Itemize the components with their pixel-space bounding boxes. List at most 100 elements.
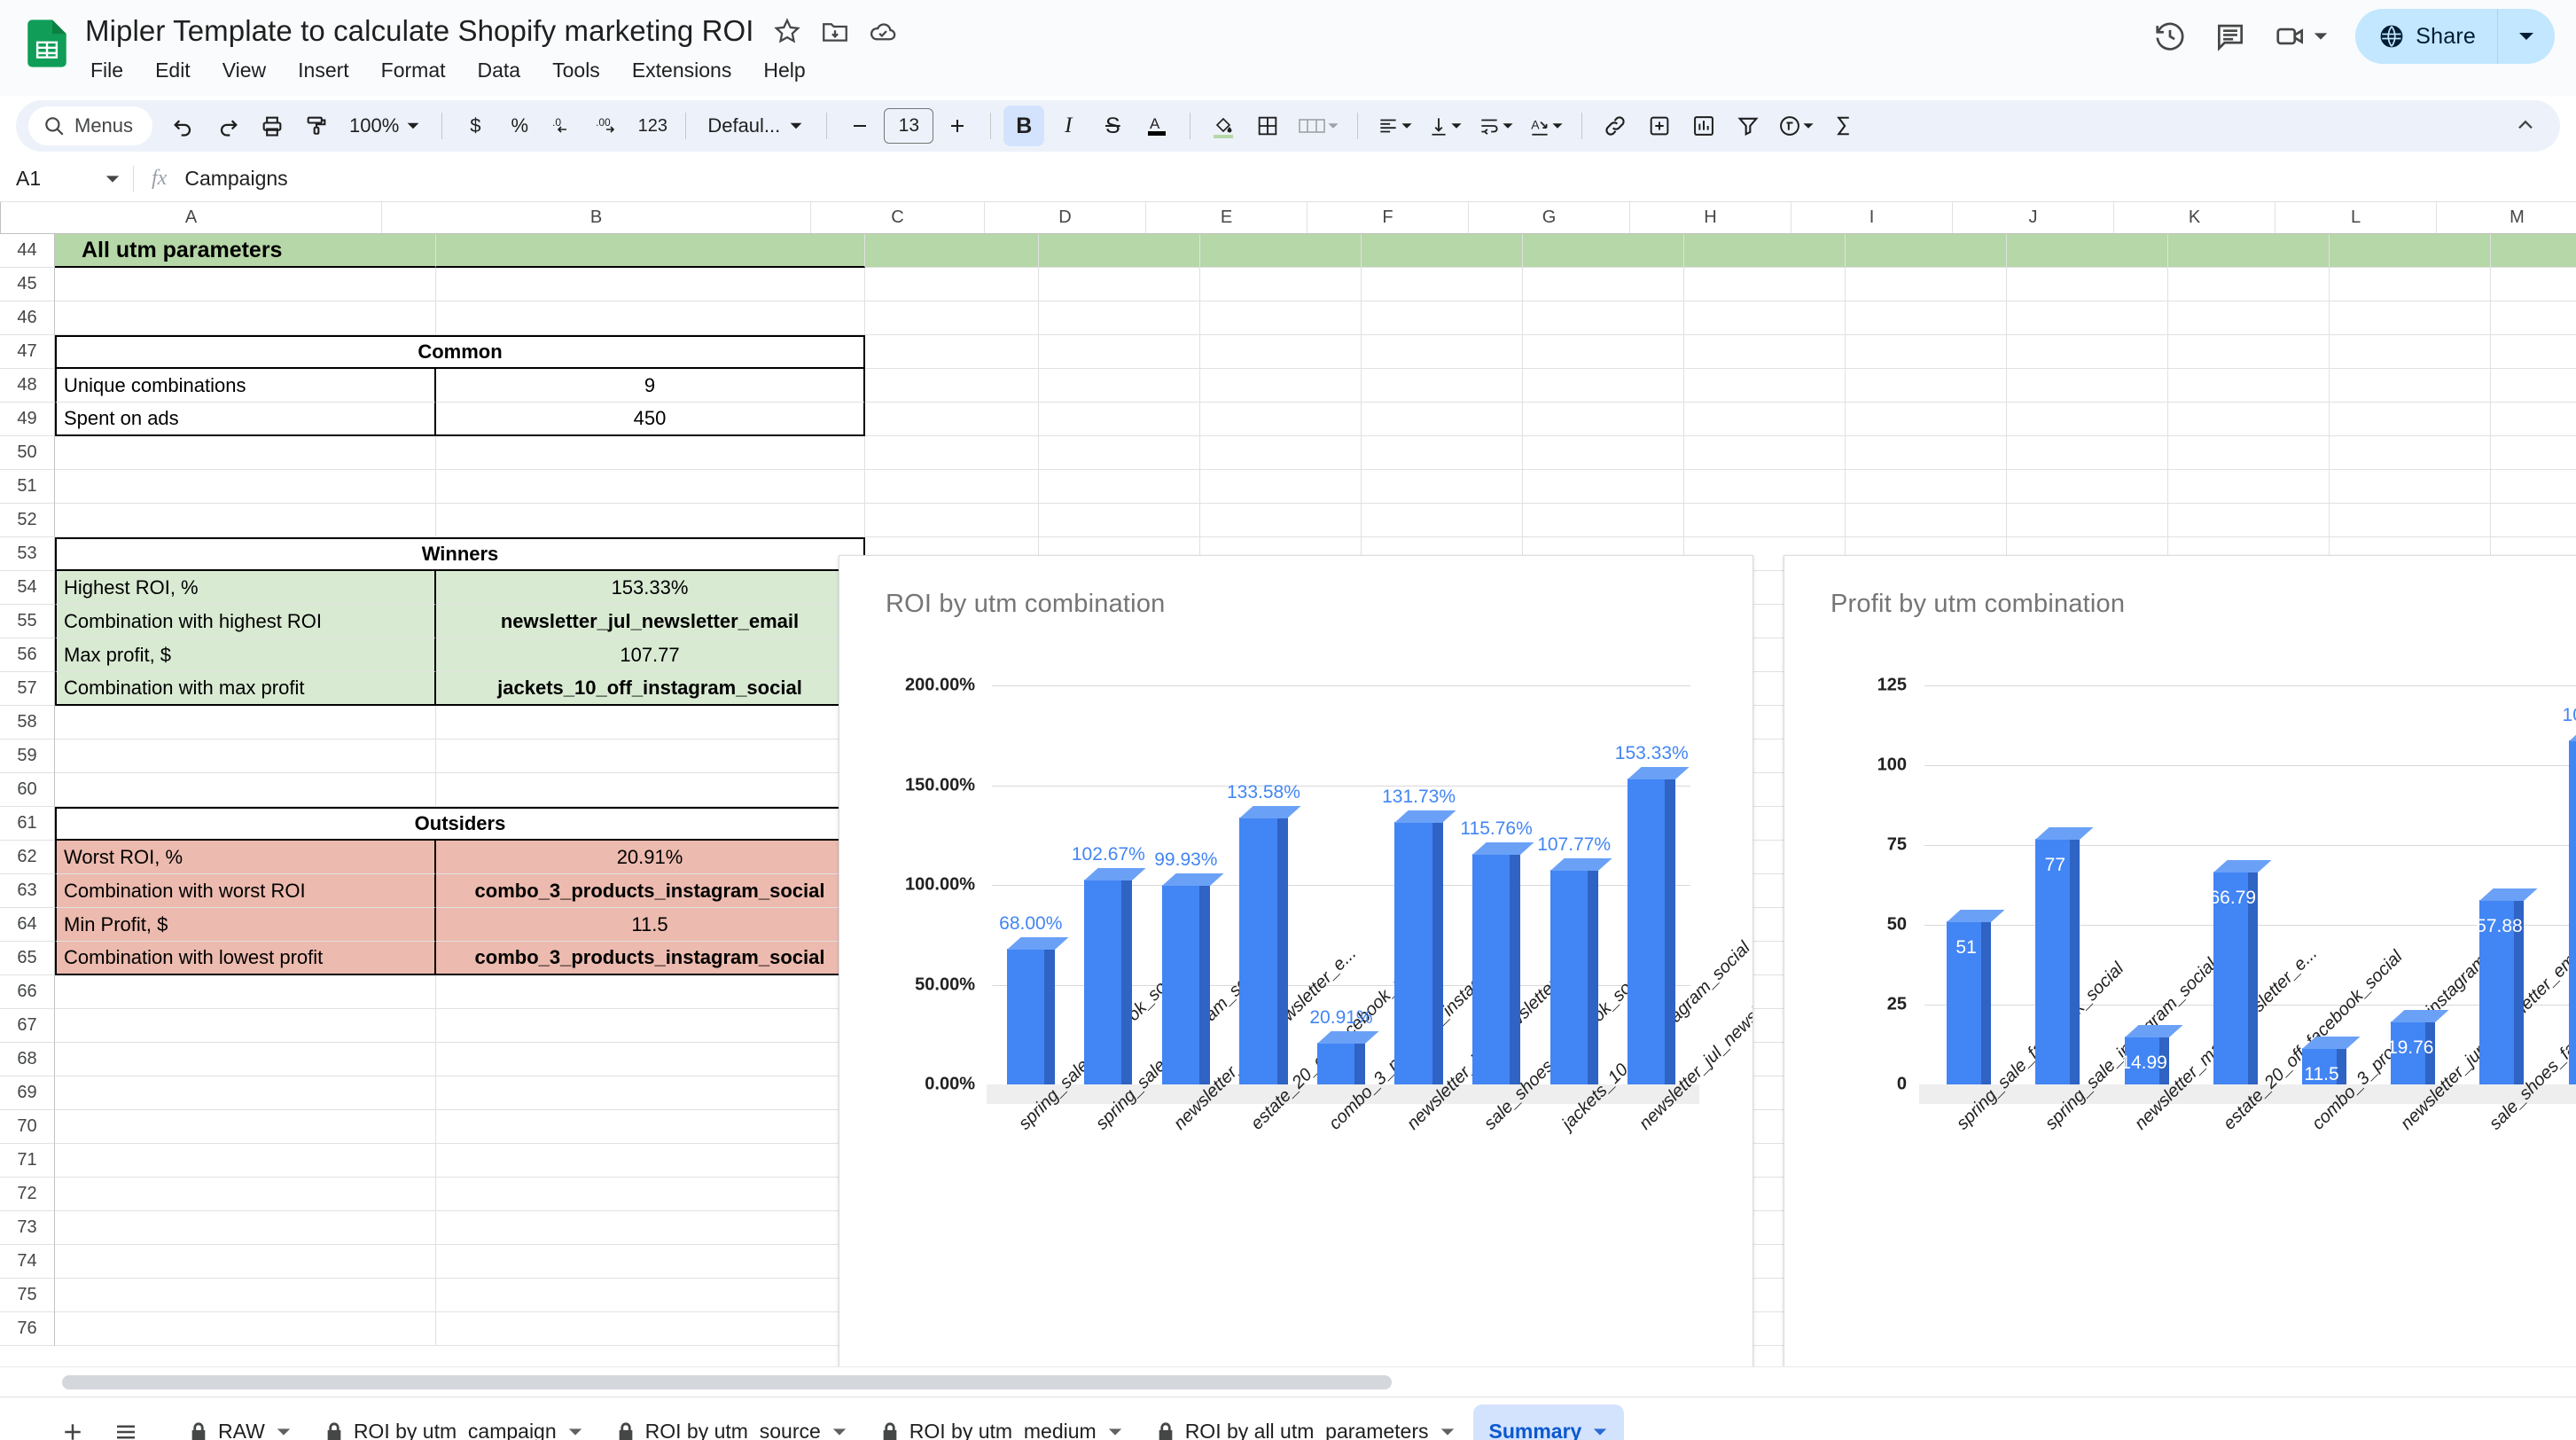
cell-B71[interactable] bbox=[436, 1144, 865, 1178]
cell-D45[interactable] bbox=[1039, 268, 1200, 301]
cell-K46[interactable] bbox=[2168, 301, 2330, 335]
cell-B58[interactable] bbox=[436, 706, 865, 740]
cell-B46[interactable] bbox=[436, 301, 865, 335]
table-label-48[interactable]: Unique combinations bbox=[55, 369, 436, 403]
cell-C50[interactable] bbox=[865, 436, 1039, 470]
cell-M45[interactable] bbox=[2491, 268, 2576, 301]
cell-A67[interactable] bbox=[55, 1009, 436, 1043]
row-header-64[interactable]: 64 bbox=[0, 908, 55, 942]
row-header-70[interactable]: 70 bbox=[0, 1110, 55, 1144]
cell-A66[interactable] bbox=[55, 975, 436, 1009]
meet-group[interactable] bbox=[2274, 20, 2329, 53]
cell-B60[interactable] bbox=[436, 773, 865, 807]
undo-button[interactable] bbox=[163, 106, 204, 146]
move-to-folder-icon[interactable] bbox=[820, 16, 850, 46]
sheet-tab-summary[interactable]: Summary bbox=[1473, 1405, 1625, 1440]
sheet-tab-raw[interactable]: RAW bbox=[174, 1405, 308, 1440]
cell-B67[interactable] bbox=[436, 1009, 865, 1043]
cell-G46[interactable] bbox=[1523, 301, 1684, 335]
print-button[interactable] bbox=[252, 106, 293, 146]
cell-A75[interactable] bbox=[55, 1279, 436, 1312]
cell-L48[interactable] bbox=[2330, 369, 2491, 403]
column-header-B[interactable]: B bbox=[382, 202, 811, 233]
chevron-down-icon[interactable] bbox=[567, 1424, 583, 1440]
table-label-63[interactable]: Combination with worst ROI bbox=[55, 874, 436, 908]
cell-D49[interactable] bbox=[1039, 403, 1200, 436]
cell-C48[interactable] bbox=[865, 369, 1039, 403]
row-header-53[interactable]: 53 bbox=[0, 537, 55, 571]
row-header-44[interactable]: 44 bbox=[0, 234, 55, 268]
cell-A50[interactable] bbox=[55, 436, 436, 470]
cell-D52[interactable] bbox=[1039, 504, 1200, 537]
cell-J47[interactable] bbox=[2007, 335, 2168, 369]
cell-D47[interactable] bbox=[1039, 335, 1200, 369]
cell-B44[interactable] bbox=[436, 234, 865, 268]
cell-D50[interactable] bbox=[1039, 436, 1200, 470]
cell-J46[interactable] bbox=[2007, 301, 2168, 335]
filter-button[interactable] bbox=[1728, 106, 1768, 146]
table-value-54[interactable]: 153.33% bbox=[436, 571, 865, 605]
row-header-49[interactable]: 49 bbox=[0, 403, 55, 436]
column-header-G[interactable]: G bbox=[1469, 202, 1630, 233]
cell-A76[interactable] bbox=[55, 1312, 436, 1346]
cell-H44[interactable] bbox=[1684, 234, 1846, 268]
functions-button[interactable] bbox=[1772, 106, 1820, 146]
insert-link-button[interactable] bbox=[1595, 106, 1635, 146]
cell-D51[interactable] bbox=[1039, 470, 1200, 504]
cell-A51[interactable] bbox=[55, 470, 436, 504]
cell-K51[interactable] bbox=[2168, 470, 2330, 504]
table-value-55[interactable]: newsletter_jul_newsletter_email bbox=[436, 605, 865, 638]
cell-F46[interactable] bbox=[1362, 301, 1523, 335]
formula-input[interactable]: Campaigns bbox=[184, 167, 287, 191]
cell-M52[interactable] bbox=[2491, 504, 2576, 537]
increase-font-size-button[interactable] bbox=[937, 106, 978, 146]
cell-F49[interactable] bbox=[1362, 403, 1523, 436]
cell-M47[interactable] bbox=[2491, 335, 2576, 369]
table-label-57[interactable]: Combination with max profit bbox=[55, 672, 436, 706]
sheet-tab-roi-by-utm-source[interactable]: ROI by utm_source bbox=[601, 1405, 863, 1440]
cell-A71[interactable] bbox=[55, 1144, 436, 1178]
cell-K45[interactable] bbox=[2168, 268, 2330, 301]
chevron-down-icon[interactable] bbox=[276, 1424, 292, 1440]
cell-E47[interactable] bbox=[1200, 335, 1362, 369]
cell-G49[interactable] bbox=[1523, 403, 1684, 436]
row-header-63[interactable]: 63 bbox=[0, 874, 55, 908]
cell-B73[interactable] bbox=[436, 1211, 865, 1245]
cell-I44[interactable] bbox=[1846, 234, 2007, 268]
cell-G44[interactable] bbox=[1523, 234, 1684, 268]
cell-G47[interactable] bbox=[1523, 335, 1684, 369]
cell-A59[interactable] bbox=[55, 740, 436, 773]
cell-B68[interactable] bbox=[436, 1043, 865, 1076]
text-rotation-button[interactable]: A bbox=[1523, 106, 1569, 146]
star-icon[interactable] bbox=[772, 16, 802, 46]
bar-7[interactable] bbox=[1550, 870, 1598, 1084]
cell-M49[interactable] bbox=[2491, 403, 2576, 436]
cell-G45[interactable] bbox=[1523, 268, 1684, 301]
cell-H45[interactable] bbox=[1684, 268, 1846, 301]
table-value-56[interactable]: 107.77 bbox=[436, 638, 865, 672]
cell-A68[interactable] bbox=[55, 1043, 436, 1076]
cell-B70[interactable] bbox=[436, 1110, 865, 1144]
cell-B76[interactable] bbox=[436, 1312, 865, 1346]
chevron-down-icon[interactable] bbox=[1592, 1424, 1608, 1440]
cell-C44[interactable] bbox=[865, 234, 1039, 268]
bar-6[interactable] bbox=[1472, 854, 1520, 1084]
cell-G48[interactable] bbox=[1523, 369, 1684, 403]
table-title-common[interactable]: Common bbox=[55, 335, 865, 369]
cell-H49[interactable] bbox=[1684, 403, 1846, 436]
table-value-57[interactable]: jackets_10_off_instagram_social bbox=[436, 672, 865, 706]
chevron-down-icon[interactable] bbox=[831, 1424, 847, 1440]
chart-profit-by-utm-combination[interactable]: Profit by utm combination 02550751001255… bbox=[1784, 555, 2576, 1366]
row-header-75[interactable]: 75 bbox=[0, 1279, 55, 1312]
row-header-76[interactable]: 76 bbox=[0, 1312, 55, 1346]
menu-insert[interactable]: Insert bbox=[294, 57, 353, 84]
table-label-56[interactable]: Max profit, $ bbox=[55, 638, 436, 672]
row-header-60[interactable]: 60 bbox=[0, 773, 55, 807]
cell-A45[interactable] bbox=[55, 268, 436, 301]
fill-color-button[interactable] bbox=[1203, 106, 1244, 146]
cell-I51[interactable] bbox=[1846, 470, 2007, 504]
cell-M51[interactable] bbox=[2491, 470, 2576, 504]
cell-L51[interactable] bbox=[2330, 470, 2491, 504]
column-header-H[interactable]: H bbox=[1630, 202, 1791, 233]
cell-G50[interactable] bbox=[1523, 436, 1684, 470]
